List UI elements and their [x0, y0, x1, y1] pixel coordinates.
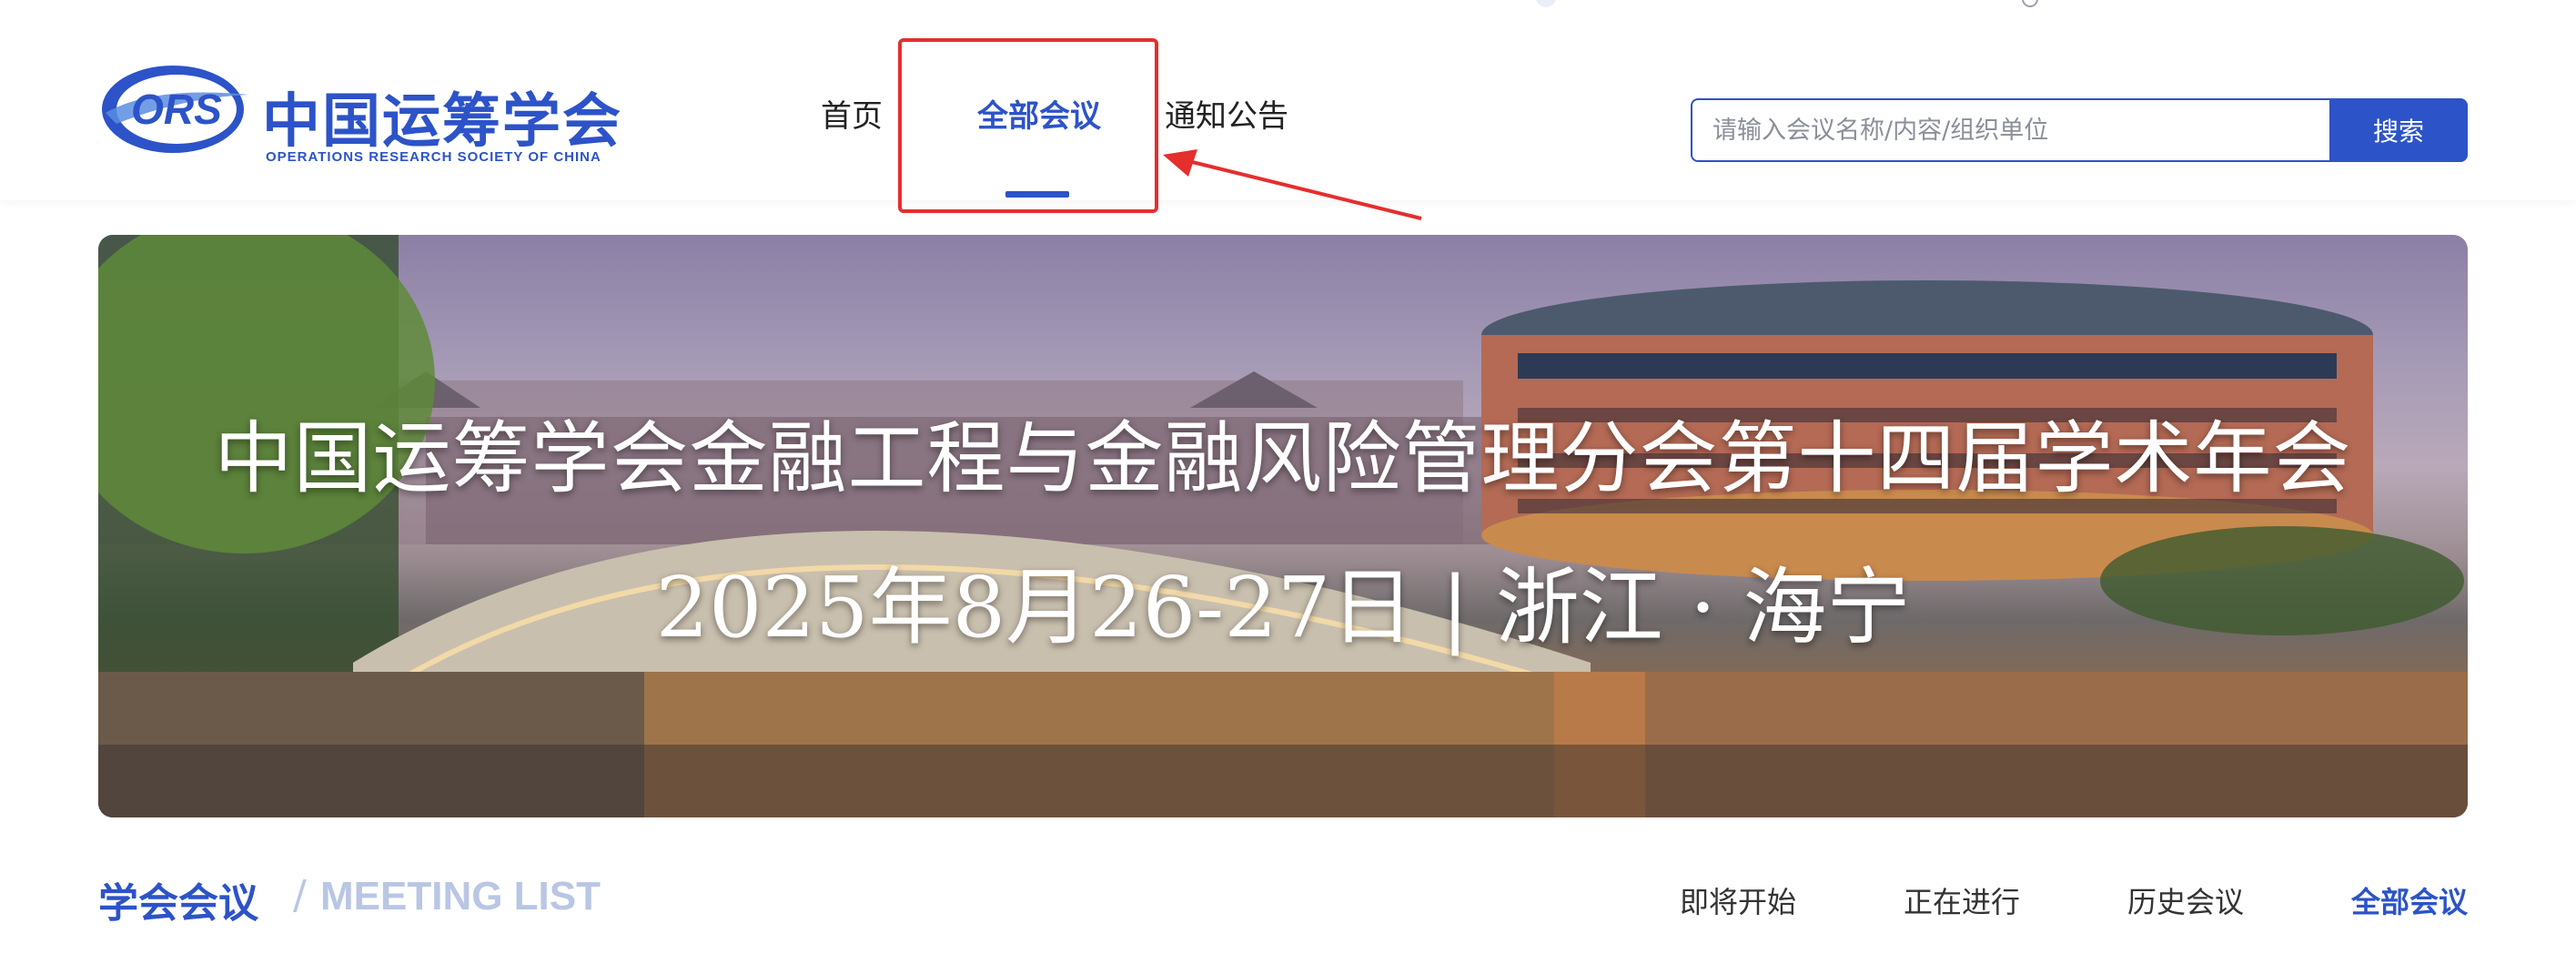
- section-subtitle-en: MEETING LIST: [320, 874, 601, 918]
- browser-top-strip: [0, 0, 2576, 21]
- hero-banner[interactable]: 中国运筹学会金融工程与金融风险管理分会第十四届学术年会 2025年8月26-27…: [98, 235, 2468, 817]
- filter-tab-ongoing[interactable]: 正在进行: [1904, 879, 2020, 921]
- site-logo[interactable]: ORS 中国运筹学会 OPERATIONS RESEARCH SOCIETY O…: [98, 58, 621, 177]
- filter-tab-upcoming[interactable]: 即将开始: [1680, 879, 1796, 921]
- annotation-highlight-box: [898, 38, 1158, 213]
- banner-title: 中国运筹学会金融工程与金融风险管理分会第十四届学术年会: [214, 413, 2352, 504]
- ors-logo-icon: ORS: [102, 66, 248, 153]
- logo-name-en: OPERATIONS RESEARCH SOCIETY OF CHINA: [266, 149, 601, 165]
- nav-item-notices[interactable]: 通知公告: [1165, 91, 1288, 136]
- filter-tab-all[interactable]: 全部会议: [2351, 879, 2468, 921]
- annotation-arrow-icon: [1163, 149, 1422, 220]
- nav-item-home[interactable]: 首页: [821, 91, 883, 136]
- partial-icon: [1536, 0, 1556, 7]
- filter-tab-history[interactable]: 历史会议: [2127, 879, 2244, 921]
- section-title: 学会会议: [98, 880, 258, 927]
- partial-icon: [2022, 0, 2038, 7]
- search-input[interactable]: [1691, 98, 2331, 162]
- section-title-separator: /: [293, 872, 307, 918]
- logo-mark-text: ORS: [131, 86, 222, 133]
- logo-name-cn: 中国运筹学会: [262, 88, 622, 156]
- banner-scene-image: [98, 235, 2468, 817]
- banner-subtitle: 2025年8月26-27日 | 浙江 · 海宁: [655, 559, 1911, 656]
- search-button[interactable]: 搜索: [2329, 98, 2468, 162]
